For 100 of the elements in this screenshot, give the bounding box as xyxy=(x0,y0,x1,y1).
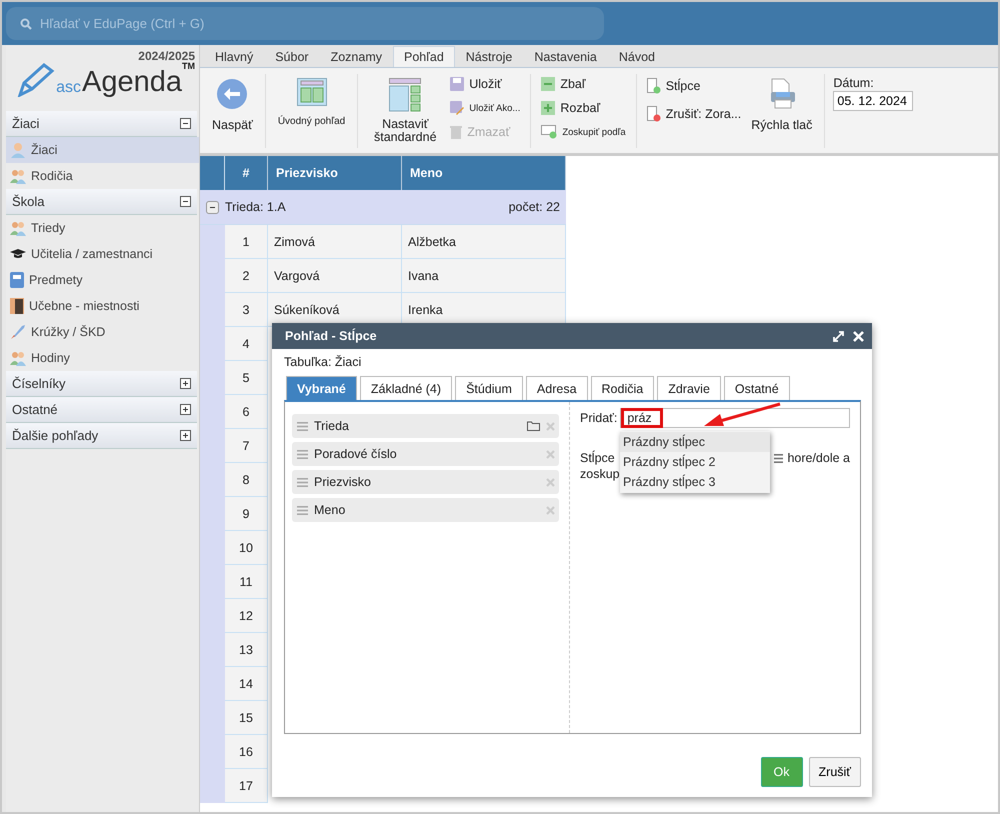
save-as-button[interactable]: Uložiť Ako... xyxy=(448,98,522,118)
menu-tab[interactable]: Nástroje xyxy=(454,46,524,67)
menu-tab[interactable]: Návod xyxy=(608,46,666,67)
dialog-tab[interactable]: Ostatné xyxy=(724,376,790,400)
quick-print-button[interactable]: Rýchla tlač xyxy=(747,74,816,136)
columns-remove-icon xyxy=(646,106,661,122)
sidebar-item[interactable]: Žiaci xyxy=(6,137,199,163)
people-icon xyxy=(10,220,26,236)
sidebar-item[interactable]: Predmety xyxy=(6,267,199,293)
floppy-pencil-icon xyxy=(450,101,464,115)
drag-handle-icon[interactable] xyxy=(297,506,308,514)
floppy-icon xyxy=(450,77,464,91)
help-text: hore/dole a xyxy=(787,450,850,466)
drag-handle-icon[interactable] xyxy=(297,478,308,486)
group-by-button[interactable]: Zoskupiť podľa xyxy=(539,122,628,142)
menu-tab[interactable]: Pohľad xyxy=(392,46,455,67)
dialog-title: Pohľad - Stĺpce xyxy=(285,329,378,343)
maximize-icon[interactable] xyxy=(833,330,844,342)
layout-icon xyxy=(296,78,327,106)
row-number: 9 xyxy=(225,497,268,531)
set-default-button[interactable]: Nastaviť štandardné xyxy=(366,74,444,148)
row-number: 17 xyxy=(225,769,268,803)
row-number: 8 xyxy=(225,463,268,497)
drag-handle-icon xyxy=(774,454,784,462)
column-header[interactable]: # xyxy=(225,156,268,190)
toggle-icon[interactable] xyxy=(180,378,191,389)
save-button[interactable]: Uložiť xyxy=(448,74,522,94)
minus-icon xyxy=(541,77,556,91)
column-item[interactable]: Poradové číslo xyxy=(292,442,559,466)
suggestion-item[interactable]: Prázdny stĺpec xyxy=(620,432,770,452)
suggestion-item[interactable]: Prázdny stĺpec 3 xyxy=(620,472,770,492)
folder-icon[interactable] xyxy=(527,421,540,431)
layout-icon xyxy=(389,78,422,112)
highlighted-value: práz xyxy=(621,408,663,428)
table-cell: Vargová xyxy=(268,259,402,293)
drag-handle-icon[interactable] xyxy=(297,422,308,430)
menu-tab[interactable]: Hlavný xyxy=(204,46,264,67)
toggle-icon[interactable] xyxy=(180,404,191,415)
pencil-logo-icon xyxy=(16,61,56,97)
menu-tab[interactable]: Súbor xyxy=(264,46,320,67)
row-number: 16 xyxy=(225,735,268,769)
dialog-tab[interactable]: Základné (4) xyxy=(360,376,452,400)
date-field[interactable]: 05. 12. 2024 xyxy=(833,91,914,111)
column-header[interactable]: Meno xyxy=(402,156,566,190)
dialog-tab[interactable]: Zdravie xyxy=(657,376,721,400)
close-icon[interactable] xyxy=(853,330,864,342)
table-cell: Zimová xyxy=(268,225,402,259)
sidebar-item[interactable]: Triedy xyxy=(6,215,199,241)
group-label: Trieda: 1.A xyxy=(225,200,286,214)
cancel-button[interactable]: Zrušiť xyxy=(808,757,861,787)
expand-button[interactable]: Rozbaľ xyxy=(539,98,628,118)
column-header[interactable]: Priezvisko xyxy=(268,156,402,190)
row-number: 1 xyxy=(225,225,268,259)
column-item[interactable]: Trieda xyxy=(292,414,559,438)
sidebar-section[interactable]: Žiaci xyxy=(6,111,197,137)
dialog-tab[interactable]: Vybrané xyxy=(286,376,357,400)
home-view-button[interactable]: Úvodný pohľad xyxy=(274,74,350,131)
row-number: 15 xyxy=(225,701,268,735)
toggle-icon[interactable] xyxy=(180,118,191,129)
row-number: 7 xyxy=(225,429,268,463)
row-number: 13 xyxy=(225,633,268,667)
columns-button[interactable]: Stĺpce xyxy=(644,76,744,96)
columns-add-icon xyxy=(646,78,661,94)
sidebar-section[interactable]: Ostatné xyxy=(6,397,197,423)
toggle-icon[interactable] xyxy=(180,196,191,207)
back-button[interactable]: Naspäť xyxy=(208,74,257,136)
book-icon xyxy=(10,272,24,288)
row-number: 12 xyxy=(225,599,268,633)
drag-handle-icon[interactable] xyxy=(297,450,308,458)
cancel-sort-button[interactable]: Zrušiť: Zora... xyxy=(644,104,744,124)
trademark: TM xyxy=(182,61,195,71)
sidebar-section[interactable]: Ďalšie pohľady xyxy=(6,423,197,449)
sidebar-item[interactable]: Hodiny xyxy=(6,345,199,371)
column-item[interactable]: Priezvisko xyxy=(292,470,559,494)
sidebar-item[interactable]: Učitelia / zamestnanci xyxy=(6,241,199,267)
column-item[interactable]: Meno xyxy=(292,498,559,522)
suggestion-item[interactable]: Prázdny stĺpec 2 xyxy=(620,452,770,472)
add-label: Pridať: xyxy=(580,411,618,425)
dialog-tab[interactable]: Rodičia xyxy=(590,376,654,400)
menu-tab[interactable]: Zoznamy xyxy=(320,46,393,67)
row-number: 14 xyxy=(225,667,268,701)
person-icon xyxy=(10,142,26,158)
help-text: Stĺpce xyxy=(580,450,615,466)
sidebar-item[interactable]: Rodičia xyxy=(6,163,199,189)
people-icon xyxy=(10,168,26,184)
dialog-tab[interactable]: Štúdium xyxy=(455,376,523,400)
toggle-icon[interactable] xyxy=(180,430,191,441)
row-number: 5 xyxy=(225,361,268,395)
sidebar-item[interactable]: Učebne - miestnosti xyxy=(6,293,199,319)
people-icon xyxy=(10,350,26,366)
sidebar-item[interactable]: Krúžky / ŠKD xyxy=(6,319,199,345)
row-number: 6 xyxy=(225,395,268,429)
sidebar-section[interactable]: Škola xyxy=(6,189,197,215)
collapse-toggle[interactable] xyxy=(206,200,219,214)
dialog-tab[interactable]: Adresa xyxy=(526,376,588,400)
search-field[interactable]: Hľadať v EduPage (Ctrl + G) xyxy=(6,7,604,40)
menu-tab[interactable]: Nastavenia xyxy=(523,46,608,67)
collapse-button[interactable]: Zbaľ xyxy=(539,74,628,94)
sidebar-section[interactable]: Číselníky xyxy=(6,371,197,397)
row-number: 4 xyxy=(225,327,268,361)
